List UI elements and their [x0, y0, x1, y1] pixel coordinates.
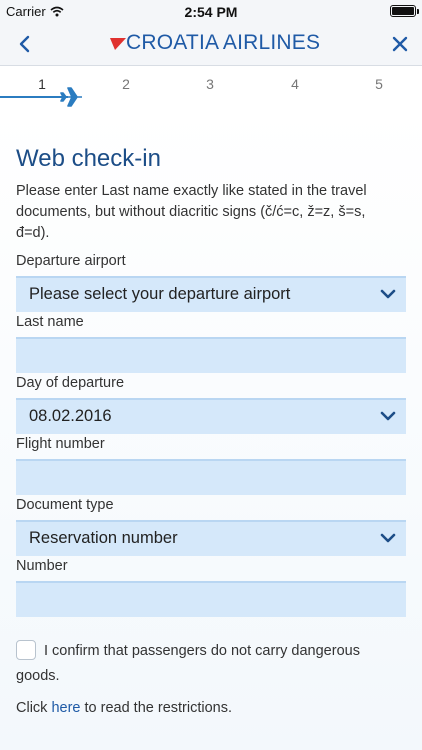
intro-text: Please enter Last name exactly like stat…: [16, 183, 367, 241]
departure-airport-value: Please select your departure airport: [29, 285, 291, 303]
step-1: 1: [38, 76, 46, 92]
close-button[interactable]: [384, 28, 416, 60]
last-name-label: Last name: [16, 314, 84, 330]
step-3: 3: [206, 76, 214, 92]
day-of-departure-value: 08.02.2016: [29, 407, 112, 425]
airplane-icon: [60, 87, 82, 107]
departure-airport-select[interactable]: Please select your departure airport: [16, 276, 406, 312]
step-2: 2: [122, 76, 130, 92]
check-in-form: Web check-in Please enter Last name exac…: [0, 110, 422, 750]
restrictions-line: Click here to read the restrictions.: [16, 700, 232, 716]
back-button[interactable]: [8, 28, 40, 60]
nav-bar: CROATIA AIRLINES: [0, 22, 422, 66]
confirm-dangerous-goods-checkbox[interactable]: [16, 640, 36, 660]
number-input[interactable]: [16, 581, 406, 617]
departure-airport-label: Departure airport: [16, 253, 126, 269]
step-indicator: 1 2 3 4 5: [0, 66, 422, 110]
restrictions-link[interactable]: here: [51, 700, 80, 716]
day-of-departure-label: Day of departure: [16, 375, 125, 391]
last-name-input[interactable]: [16, 337, 406, 373]
document-type-label: Document type: [16, 497, 114, 513]
close-icon: [392, 36, 408, 52]
status-bar: Carrier 2:54 PM: [0, 0, 422, 22]
page-title: Web check-in: [16, 145, 161, 172]
flight-number-input[interactable]: [16, 459, 406, 495]
step-4: 4: [291, 76, 299, 92]
chevron-down-icon: [380, 289, 396, 299]
battery-icon: [390, 5, 419, 17]
number-label: Number: [16, 558, 68, 574]
day-of-departure-select[interactable]: 08.02.2016: [16, 398, 406, 434]
chevron-left-icon: [19, 35, 30, 53]
airline-logo-icon: [110, 38, 126, 50]
restrictions-prefix: Click: [16, 700, 52, 716]
chevron-down-icon: [380, 533, 396, 543]
restrictions-suffix: to read the restrictions.: [80, 700, 233, 716]
brand-name: CROATIA AIRLINES: [126, 31, 321, 54]
confirm-dangerous-goods-text: I confirm that passengers do not carry d…: [16, 643, 360, 684]
brand-logo: CROATIA AIRLINES: [110, 31, 320, 55]
progress-line: [0, 96, 68, 98]
flight-number-label: Flight number: [16, 436, 105, 452]
document-type-value: Reservation number: [29, 529, 178, 547]
step-5: 5: [375, 76, 383, 92]
status-time: 2:54 PM: [184, 4, 238, 20]
chevron-down-icon: [380, 411, 396, 421]
document-type-select[interactable]: Reservation number: [16, 520, 406, 556]
